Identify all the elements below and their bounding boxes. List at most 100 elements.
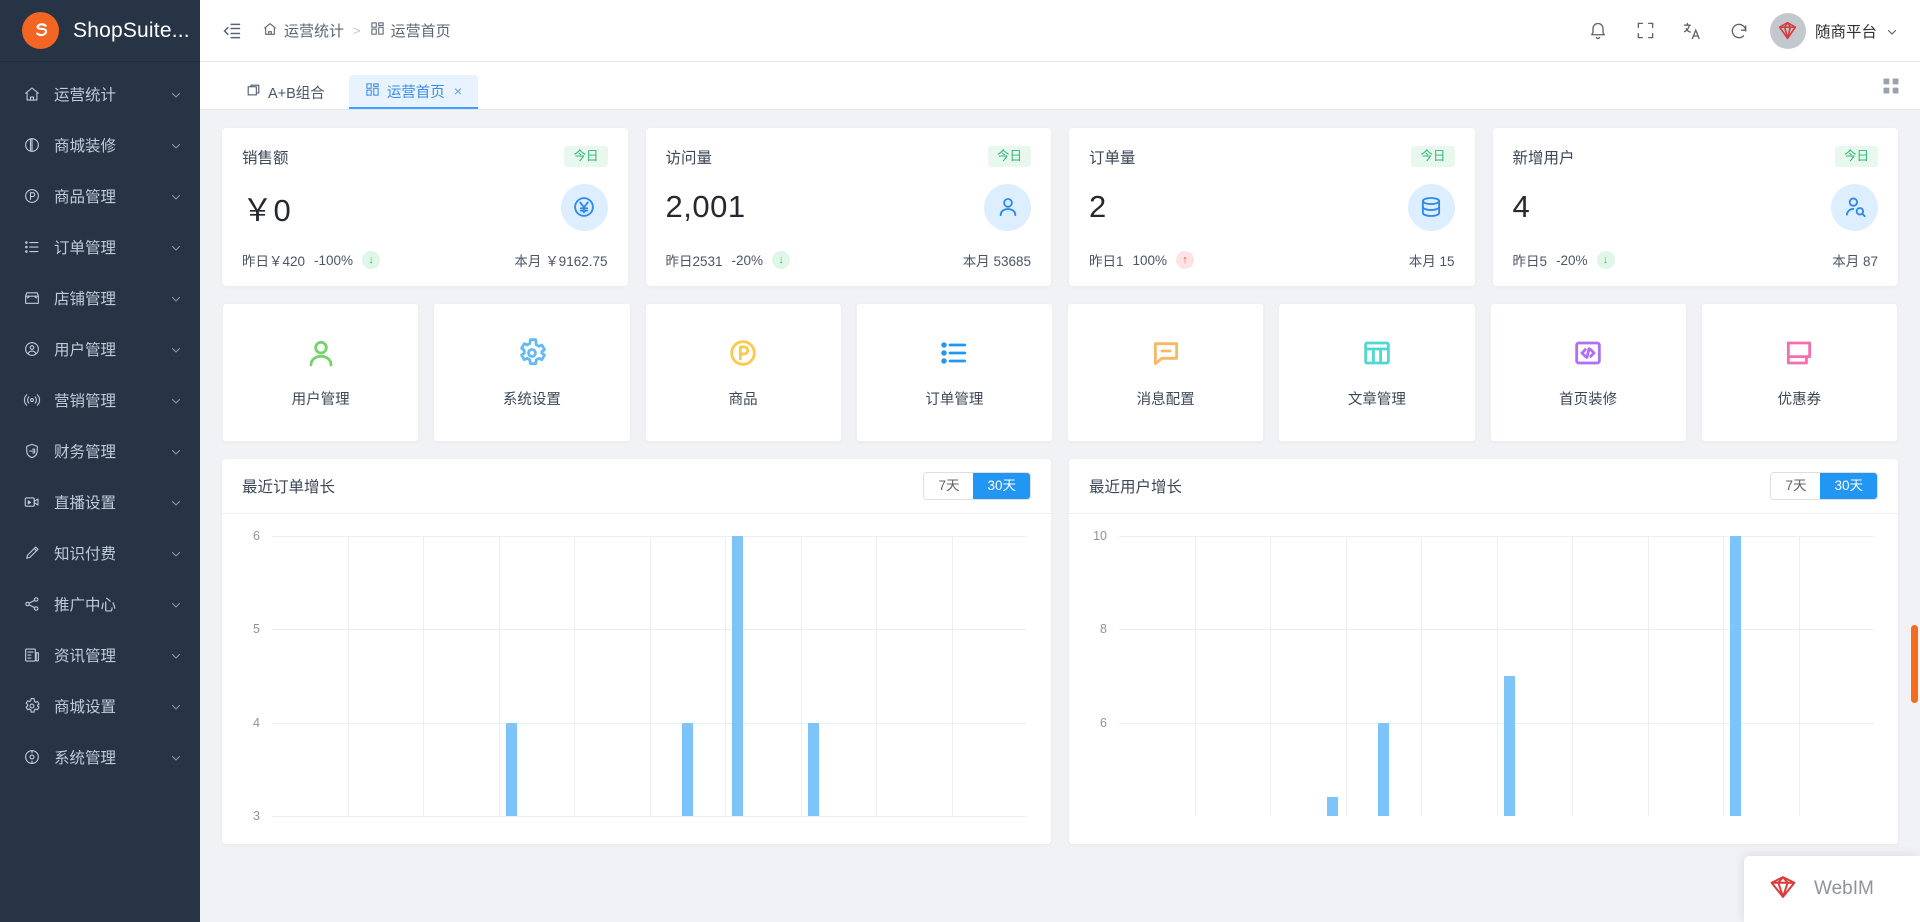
bar-slot [1824, 536, 1849, 816]
stat-card-4: 新增用户 今日 4 昨日5 -20% ↓ 本月 87 [1492, 128, 1898, 286]
stat-card-row: 销售额 今日 ￥0 昨日￥420 -100% ↓ 本月 ￥9162.75 访问量 今日 2,001… [222, 128, 1898, 286]
quick-action-7[interactable]: 首页装修 [1489, 303, 1687, 442]
sidebar-item-9[interactable]: 直播设置 [0, 476, 200, 527]
sidebar-item-6[interactable]: 用户管理 [0, 323, 200, 374]
quick-action-8[interactable]: 优惠券 [1700, 303, 1898, 442]
content-scrollbar[interactable] [1911, 625, 1918, 703]
stat-card-footer: 昨日2531 -20% ↓ 本月 53685 [666, 250, 1031, 270]
chart-body: 6 8 10 [1069, 514, 1898, 844]
bar-slot [499, 536, 524, 816]
user-circle-icon [22, 339, 41, 358]
tab-list: A+B组合 运营首页 × [230, 61, 478, 109]
quick-action-label: 消息配置 [1136, 392, 1195, 408]
stat-month: 本月 15 [1409, 250, 1455, 270]
collapse-menu-icon[interactable] [220, 19, 244, 43]
breadcrumb-item-0[interactable]: 运营统计 [262, 20, 344, 41]
tab-label: A+B组合 [268, 85, 325, 102]
stat-compare-label: 昨日1 [1089, 254, 1124, 269]
stat-compare: 昨日2531 -20% ↓ [666, 250, 791, 270]
sidebar-item-label: 营销管理 [54, 392, 117, 410]
database-icon [1407, 183, 1455, 231]
broadcast-icon [22, 390, 41, 409]
stat-card-header: 订单量 今日 [1089, 146, 1455, 168]
bar-slot [1446, 536, 1471, 816]
quick-action-5[interactable]: 消息配置 [1067, 303, 1265, 442]
sidebar-item-2[interactable]: 商城装修 [0, 119, 200, 170]
bar-slot [1169, 536, 1194, 816]
sidebar-item-3[interactable]: 商品管理 [0, 170, 200, 221]
chart-row: 最近订单增长 7天 30天 3 4 5 6 最近用户增长 7天 30天 6 8 10 [222, 459, 1898, 844]
sidebar-item-10[interactable]: 知识付费 [0, 527, 200, 578]
stat-card-value: 2 [1089, 189, 1107, 224]
y-axis-tick: 6 [1100, 715, 1107, 730]
sidebar-item-5[interactable]: 店铺管理 [0, 272, 200, 323]
fullscreen-icon[interactable] [1635, 20, 1656, 41]
sidebar-item-7[interactable]: 营销管理 [0, 374, 200, 425]
coupon-icon [1782, 336, 1816, 370]
bar-slot [1144, 536, 1169, 816]
quick-action-label: 商品 [728, 392, 758, 408]
user-menu[interactable]: 随商平台 [1769, 12, 1898, 49]
sidebar-item-14[interactable]: 系统管理 [0, 731, 200, 782]
range-option-1[interactable]: 7天 [1771, 472, 1821, 500]
sidebar-item-8[interactable]: 财务管理 [0, 425, 200, 476]
sidebar-item-13[interactable]: 商城设置 [0, 680, 200, 731]
webim-widget[interactable]: WebIM [1744, 856, 1920, 922]
quick-action-2[interactable]: 系统设置 [433, 303, 631, 442]
quick-action-label: 系统设置 [502, 392, 561, 408]
range-option-1[interactable]: 7天 [924, 472, 974, 500]
chevron-down-icon [170, 598, 182, 610]
y-axis-tick: 3 [253, 809, 260, 823]
circle-half-icon [22, 135, 41, 154]
bar-slot [1320, 536, 1345, 816]
shopsuite-logo-icon [22, 12, 59, 49]
brand-logo[interactable]: ShopSuite... [0, 0, 200, 62]
sidebar-item-11[interactable]: 推广中心 [0, 578, 200, 629]
bar-slot [524, 536, 549, 816]
refresh-icon[interactable] [1729, 20, 1750, 41]
stat-card-header: 访问量 今日 [666, 146, 1031, 168]
range-option-2[interactable]: 30天 [1820, 472, 1877, 500]
bar-slot [322, 536, 347, 816]
chart-title: 最近订单增长 [242, 479, 336, 496]
stat-card-body: 2 [1089, 178, 1455, 236]
bar-slot [675, 536, 700, 816]
sidebar-item-4[interactable]: 订单管理 [0, 221, 200, 272]
chevron-down-icon [170, 190, 182, 202]
quick-action-label: 文章管理 [1347, 392, 1406, 408]
bar-slot [876, 536, 901, 816]
breadcrumb-item-1[interactable]: 运营首页 [370, 20, 451, 41]
quick-action-6[interactable]: 文章管理 [1278, 303, 1476, 442]
stat-compare: 昨日1 100% ↑ [1089, 250, 1195, 270]
stat-compare-pct: -20% [1556, 252, 1588, 268]
tab-2[interactable]: 运营首页 × [348, 75, 478, 109]
bar-slot [977, 536, 1002, 816]
stat-month-label: 本月 [514, 254, 542, 269]
bar-slot [952, 536, 977, 816]
stat-card-value: 4 [1512, 189, 1531, 224]
bell-icon[interactable] [1588, 20, 1609, 41]
quick-action-1[interactable]: 用户管理 [222, 303, 420, 442]
language-icon[interactable] [1682, 20, 1703, 41]
sidebar-item-label: 推广中心 [54, 596, 117, 614]
quick-action-label: 用户管理 [291, 392, 350, 408]
bar-slot [750, 536, 775, 816]
stat-compare: 昨日5 -20% ↓ [1513, 250, 1615, 270]
bar-slot [1119, 536, 1144, 816]
topbar-icons [1588, 20, 1750, 41]
sidebar-item-1[interactable]: 运营统计 [0, 68, 200, 119]
tab-1[interactable]: A+B组合 [230, 75, 341, 109]
stat-card-3: 订单量 今日 2 昨日1 100% ↑ 本月 15 [1069, 128, 1475, 286]
bar-slot [700, 536, 725, 816]
close-icon[interactable]: × [454, 83, 462, 99]
bar-slot [1572, 536, 1597, 816]
table-icon [1360, 336, 1394, 370]
chevron-down-icon [170, 700, 182, 712]
quick-action-4[interactable]: 订单管理 [855, 303, 1053, 442]
grid-apps-icon[interactable] [1880, 75, 1902, 97]
bar-slot [1723, 536, 1748, 816]
quick-action-3[interactable]: 商品 [644, 303, 842, 442]
sidebar-item-12[interactable]: 资讯管理 [0, 629, 200, 680]
range-option-2[interactable]: 30天 [973, 472, 1030, 500]
stat-card-title: 新增用户 [1512, 150, 1575, 167]
